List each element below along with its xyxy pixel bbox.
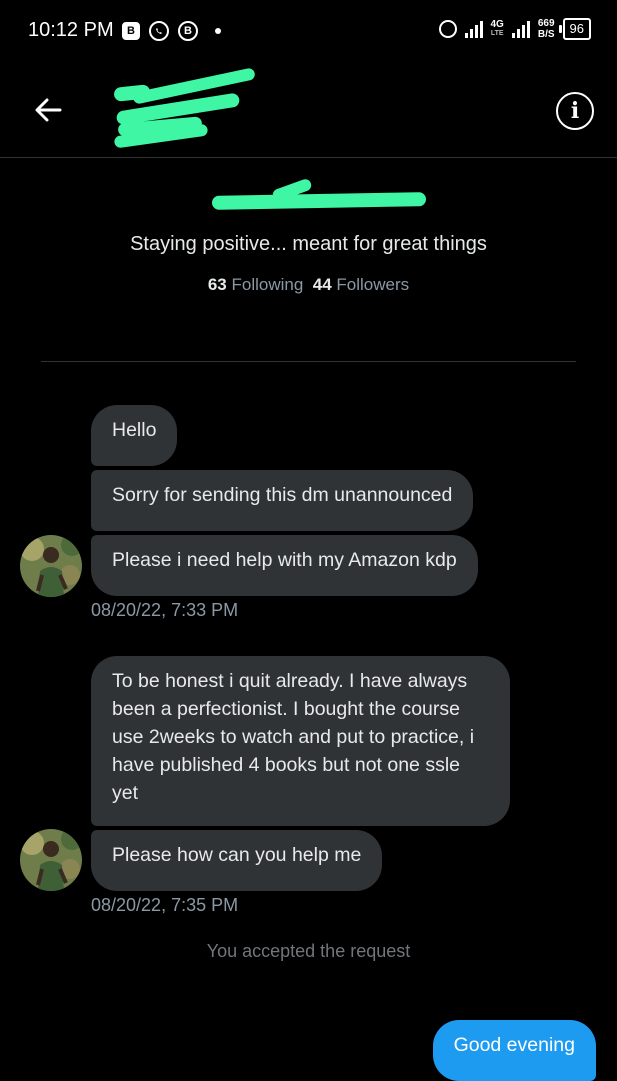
- status-time: 10:12 PM: [28, 19, 114, 41]
- message-timestamp: 08/20/22, 7:33 PM: [91, 600, 239, 620]
- network-speed: 669 B/S: [537, 18, 555, 40]
- sender-avatar[interactable]: [20, 829, 82, 891]
- conversation-header: @S: [0, 62, 617, 158]
- arrow-left-icon: [35, 98, 62, 122]
- alarm-icon: [438, 20, 457, 38]
- following-link[interactable]: 63 Following: [208, 275, 303, 294]
- message-bubble[interactable]: To be honest i quit already. I have alwa…: [91, 656, 510, 826]
- whatsapp-icon: [149, 21, 169, 41]
- message-bubble[interactable]: Please i need help with my Amazon kdp: [91, 535, 478, 596]
- signal-icon-sim2: [511, 20, 530, 38]
- b-circle-app-icon: B: [178, 21, 198, 41]
- more-notifications-dot-icon: [215, 28, 221, 34]
- profile-divider: [41, 361, 576, 362]
- back-button[interactable]: [30, 92, 66, 128]
- message-bubble[interactable]: Please how can you help me: [91, 830, 383, 891]
- message-bubble[interactable]: Hello: [91, 405, 178, 466]
- request-accepted-note: You accepted the request: [206, 941, 411, 961]
- message-bubble[interactable]: Sorry for sending this dm unannounced: [91, 470, 474, 531]
- status-system-icons: 4G LTE 669 B/S 96: [438, 18, 591, 40]
- notification-icons: B B: [122, 21, 221, 41]
- profile-bio: Staying positive... meant for great thin…: [130, 233, 487, 255]
- profile-stats: 63 Following 44 Followers: [0, 275, 617, 295]
- network-type: 4G LTE: [490, 19, 504, 38]
- signal-icon-sim1: [464, 20, 483, 38]
- conversation-title[interactable]: @S: [112, 67, 262, 149]
- redaction-mark: [211, 192, 427, 210]
- b-app-icon: B: [122, 22, 140, 40]
- sender-avatar[interactable]: [20, 535, 82, 597]
- status-bar: 10:12 PM B B 4G LTE 669 B/S 96: [0, 0, 617, 62]
- outgoing-message-bubble[interactable]: Good evening: [432, 1020, 596, 1081]
- info-icon: i: [570, 98, 580, 124]
- followers-link[interactable]: 44 Followers: [313, 275, 409, 294]
- message-timestamp: 08/20/22, 7:35 PM: [91, 895, 239, 915]
- conversation-info-button[interactable]: i: [556, 92, 594, 130]
- battery-indicator: 96: [558, 18, 591, 40]
